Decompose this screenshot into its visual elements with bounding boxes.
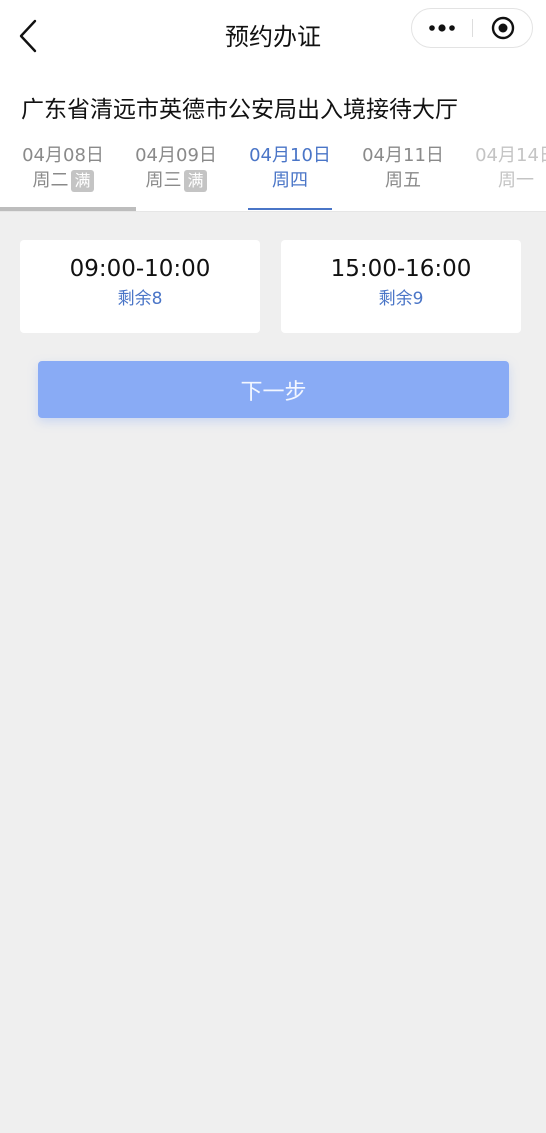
office-header: 广东省清远市英德市公安局出入境接待大厅 — [0, 72, 546, 134]
date-tab-0408[interactable]: 04月08日 周二满 — [7, 144, 119, 193]
back-button[interactable] — [12, 18, 44, 54]
tab-date: 04月09日 — [135, 145, 217, 166]
date-tab-0410[interactable]: 04月10日 周四 — [234, 144, 346, 193]
tab-date: 04月14日 — [475, 145, 546, 166]
tab-date: 04月11日 — [362, 145, 444, 166]
tab-weekday: 周二 — [32, 170, 69, 191]
mini-program-capsule — [411, 8, 533, 48]
tab-weekday-row: 周三满 — [120, 169, 232, 193]
time-slot-card[interactable]: 09:00-10:00 剩余8 — [20, 240, 260, 333]
tabs-divider — [0, 211, 546, 212]
close-mini-program-button[interactable] — [473, 9, 533, 47]
date-tab-0414[interactable]: 04月14日 周一 — [460, 144, 546, 193]
slot-remaining: 剩余8 — [117, 289, 163, 309]
chevron-left-icon — [19, 19, 37, 53]
nav-bar: 预约办证 — [0, 0, 546, 72]
date-tab-0409[interactable]: 04月09日 周三满 — [120, 144, 232, 193]
tab-weekday-row: 周二满 — [7, 169, 119, 193]
tab-weekday: 周五 — [385, 170, 421, 191]
tab-weekday: 周三 — [145, 170, 182, 191]
tab-date: 04月10日 — [249, 145, 331, 166]
target-circle-icon — [491, 16, 515, 40]
office-name: 广东省清远市英德市公安局出入境接待大厅 — [21, 97, 458, 123]
full-badge: 满 — [71, 170, 94, 192]
more-dots-icon — [429, 24, 455, 32]
slot-remaining: 剩余9 — [378, 289, 424, 309]
tab-weekday: 周四 — [272, 170, 308, 191]
tab-weekday: 周一 — [498, 170, 534, 191]
date-tab-0411[interactable]: 04月11日 周五 — [347, 144, 459, 193]
more-button[interactable] — [412, 9, 472, 47]
full-badge: 满 — [184, 170, 207, 192]
time-slot-card[interactable]: 15:00-16:00 剩余9 — [281, 240, 521, 333]
next-step-button[interactable]: 下一步 — [38, 361, 509, 418]
active-tab-underline — [248, 208, 332, 210]
date-tabs: 04月08日 周二满 04月09日 周三满 04月10日 周四 04月11日 周… — [0, 134, 546, 212]
slot-time: 15:00-16:00 — [330, 256, 472, 282]
slot-time: 09:00-10:00 — [69, 256, 211, 282]
tab-date: 04月08日 — [22, 145, 104, 166]
